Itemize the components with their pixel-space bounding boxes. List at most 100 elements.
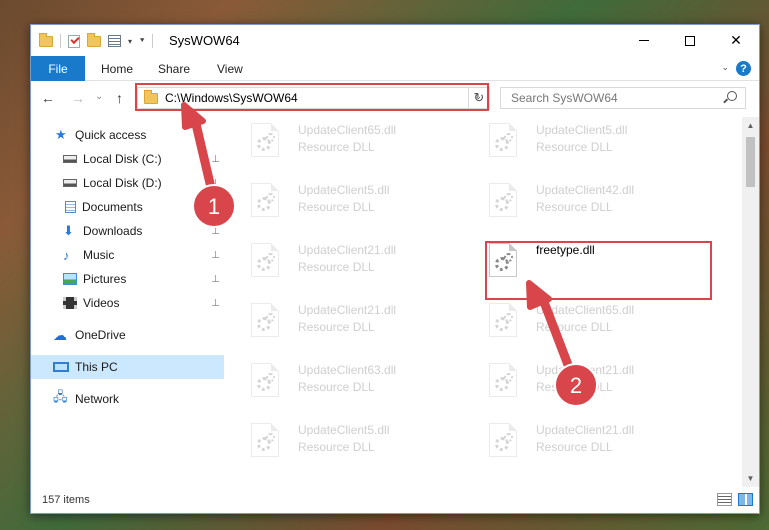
drive-icon [63, 179, 77, 187]
file-name: UpdateClient21.dll [298, 303, 397, 317]
new-folder-icon[interactable] [87, 32, 101, 47]
back-button[interactable]: ← [41, 90, 55, 106]
sidebar-item-network[interactable]: 🖧 Network [31, 387, 224, 411]
forward-button[interactable]: → [71, 90, 85, 106]
file-item[interactable]: UpdateClient5.dll Resource DLL [227, 177, 457, 229]
dll-file-icon [251, 243, 279, 277]
sidebar-item-this-pc[interactable]: This PC [31, 355, 224, 379]
minimize-icon [639, 40, 649, 41]
dll-file-icon [251, 123, 279, 157]
file-name: UpdateClient5.dll [298, 183, 390, 197]
pin-icon: ⊥ [211, 297, 220, 309]
scroll-up-icon[interactable]: ▲ [742, 117, 759, 134]
tiles-view-icon[interactable] [738, 493, 753, 506]
file-item[interactable]: UpdateClient42.dll Resource DLL [465, 177, 695, 229]
dll-file-icon [489, 363, 517, 397]
folder-icon[interactable] [39, 32, 53, 47]
file-item[interactable]: UpdateClient21.dll Resource DLL [465, 417, 695, 469]
pin-icon: ⊥ [211, 225, 220, 237]
tab-share[interactable]: Share [158, 56, 190, 81]
file-item[interactable]: UpdateClient21.dll Resource DLL [465, 357, 695, 409]
file-item[interactable]: UpdateClient5.dll Resource DLL [227, 417, 457, 469]
file-name: UpdateClient42.dll [536, 183, 635, 197]
customize-toolbar-icon[interactable]: ⯆ [139, 36, 145, 46]
gear-icon [504, 133, 513, 142]
sidebar-item-label: Documents [82, 200, 143, 214]
status-bar: 157 items [31, 487, 759, 513]
scroll-thumb[interactable] [746, 137, 755, 187]
details-view-icon[interactable] [717, 493, 732, 506]
properties-check-icon[interactable] [68, 34, 80, 48]
vertical-scrollbar[interactable]: ▲ ▼ [742, 117, 759, 487]
sidebar-item-pictures[interactable]: Pictures ⊥ [31, 267, 224, 291]
sidebar-item-onedrive[interactable]: ☁ OneDrive [31, 323, 224, 347]
maximize-icon [685, 35, 695, 46]
file-type: Resource DLL [536, 380, 613, 394]
expand-ribbon-icon[interactable]: ⌄ [721, 62, 729, 73]
file-type: Resource DLL [298, 440, 375, 454]
tab-file[interactable]: File [31, 56, 85, 81]
sidebar-item-downloads[interactable]: ⬇ Downloads ⊥ [31, 219, 224, 243]
file-item[interactable]: UpdateClient5.dll Resource DLL [465, 117, 695, 169]
address-highlight-box [135, 83, 489, 111]
help-icon[interactable]: ? [736, 61, 751, 76]
pin-icon: ⊥ [211, 249, 220, 261]
sidebar-item-documents[interactable]: Documents ⊥ [31, 195, 224, 219]
cloud-icon: ☁ [53, 326, 67, 343]
pin-icon: ⊥ [211, 177, 220, 189]
file-item[interactable]: UpdateClient63.dll Resource DLL [227, 357, 457, 409]
search-placeholder: Search SysWOW64 [511, 91, 618, 105]
chevron-down-icon[interactable]: ▾ [128, 37, 132, 46]
videos-icon [63, 297, 77, 309]
file-type: Resource DLL [536, 200, 613, 214]
properties-icon[interactable] [108, 35, 121, 47]
file-type: Resource DLL [536, 320, 613, 334]
close-button[interactable]: ✕ [713, 25, 759, 56]
file-item[interactable]: UpdateClient65.dll Resource DLL [227, 117, 457, 169]
minimize-button[interactable] [621, 25, 667, 56]
sidebar-item-label: Pictures [83, 272, 127, 286]
file-type: Resource DLL [536, 440, 613, 454]
file-name: UpdateClient21.dll [536, 423, 635, 437]
gear-icon [266, 193, 275, 202]
scroll-down-icon[interactable]: ▼ [742, 470, 759, 487]
tab-home[interactable]: Home [101, 56, 133, 81]
search-icon[interactable] [727, 91, 737, 101]
star-icon: ★ [55, 127, 67, 142]
file-item[interactable]: UpdateClient21.dll Resource DLL [227, 297, 457, 349]
ribbon-tabs: File Home Share View ⌄ ? [31, 56, 759, 81]
up-button[interactable]: ↑ [116, 90, 123, 106]
file-name: UpdateClient21.dll [536, 363, 635, 377]
quick-access-toolbar: ▾ ⯆ [39, 32, 154, 50]
gear-icon [266, 373, 275, 382]
dll-file-icon [489, 423, 517, 457]
maximize-button[interactable] [667, 25, 713, 56]
sidebar-item-quick-access[interactable]: ★ Quick access [31, 123, 224, 147]
recent-locations-button[interactable]: ⌄ [95, 91, 103, 102]
sidebar-item-local-disk-c[interactable]: Local Disk (C:) ⊥ [31, 147, 224, 171]
sidebar-item-music[interactable]: ♪ Music ⊥ [31, 243, 224, 267]
search-input[interactable]: Search SysWOW64 [500, 87, 746, 109]
title-bar: ▾ ⯆ SysWOW64 ✕ [31, 25, 759, 56]
tab-view[interactable]: View [217, 56, 243, 81]
view-buttons [717, 493, 753, 506]
sidebar-item-videos[interactable]: Videos ⊥ [31, 291, 224, 315]
computer-icon [53, 362, 69, 372]
gear-icon [266, 253, 275, 262]
gear-icon [504, 373, 513, 382]
file-list: UpdateClient65.dll Resource DLL UpdateCl… [227, 117, 741, 487]
file-type: Resource DLL [298, 260, 375, 274]
file-item[interactable]: UpdateClient65.dll Resource DLL [465, 297, 695, 349]
item-count: 157 items [42, 494, 90, 506]
sidebar-item-local-disk-d[interactable]: Local Disk (D:) ⊥ [31, 171, 224, 195]
file-type: Resource DLL [536, 140, 613, 154]
file-item[interactable]: UpdateClient21.dll Resource DLL [227, 237, 457, 289]
dll-file-icon [251, 303, 279, 337]
downloads-icon: ⬇ [63, 223, 74, 238]
drive-icon [63, 155, 77, 163]
sidebar-item-label: This PC [75, 360, 118, 374]
dll-file-icon [489, 303, 517, 337]
file-name: UpdateClient63.dll [298, 363, 397, 377]
separator [152, 34, 154, 48]
pin-icon: ⊥ [211, 201, 220, 213]
